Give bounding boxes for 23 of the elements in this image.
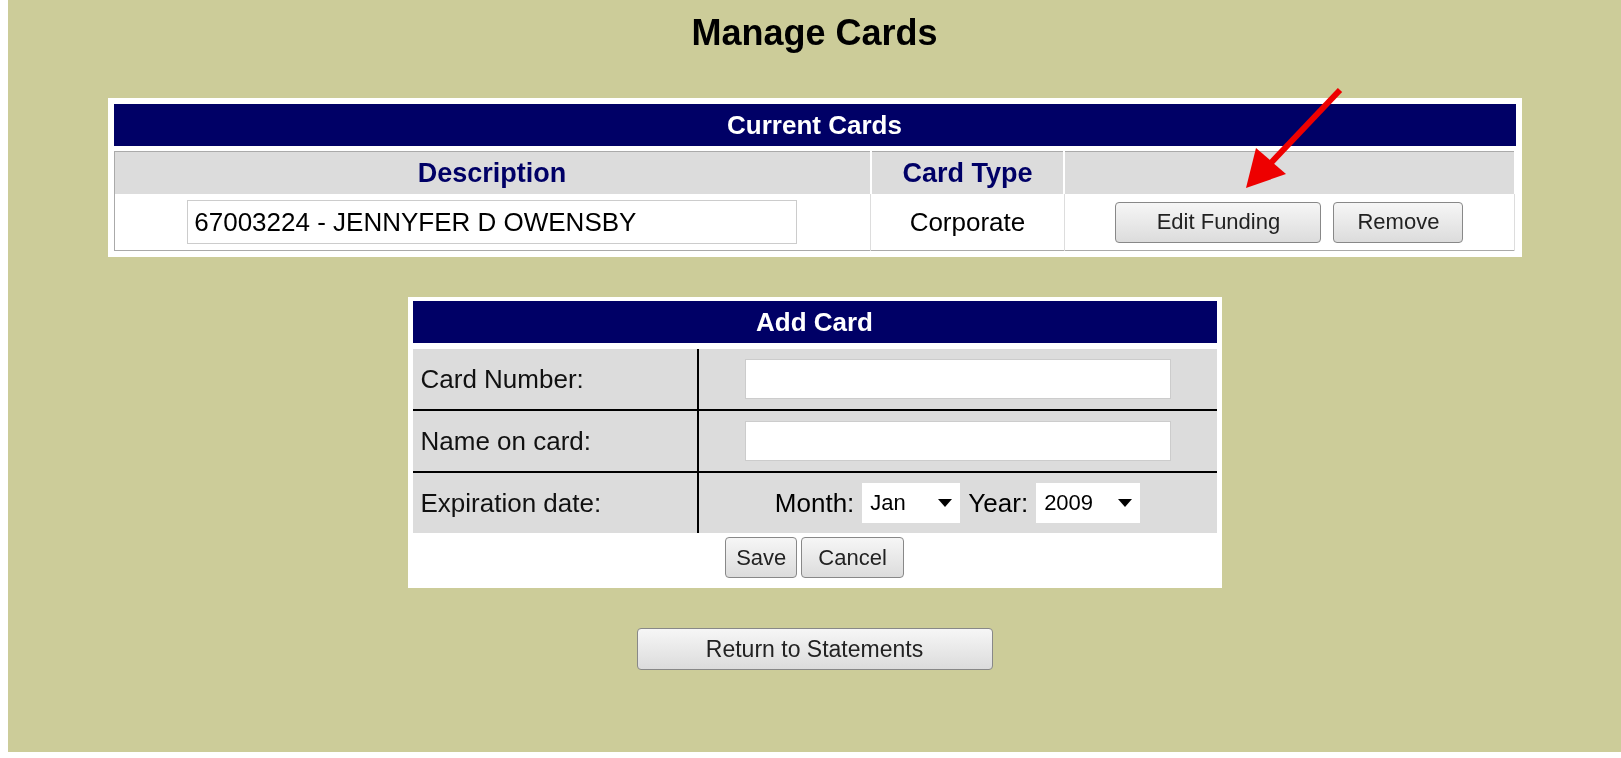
column-header: Description	[114, 151, 871, 194]
text-field[interactable]	[744, 421, 1171, 461]
page-title: Manage Cards	[691, 11, 938, 55]
column-header: Card Type	[870, 151, 1065, 194]
description-field[interactable]: 67003224 - JENNYFER D OWENSBY	[187, 200, 798, 244]
remove-button[interactable]: Remove	[1333, 201, 1464, 243]
field-label: Card Number:	[412, 349, 699, 409]
edit-button[interactable]: Edit Funding	[1115, 201, 1322, 243]
panel-title: Add Card	[412, 301, 1217, 343]
field-label: Month:	[774, 487, 855, 519]
cancel-button[interactable]: Cancel	[801, 537, 904, 578]
panel-title: Current Cards	[113, 104, 1516, 146]
text-field[interactable]	[744, 359, 1171, 399]
year-dropdown[interactable]: 2009	[1036, 483, 1141, 523]
field-label: Name on card:	[412, 409, 699, 471]
table-cell: Corporate	[870, 194, 1065, 251]
caret-icon	[938, 499, 953, 507]
month-dropdown[interactable]: Jan	[862, 483, 961, 523]
field-label: Expiration date:	[412, 471, 699, 533]
field-label: Year:	[968, 487, 1029, 519]
save-button[interactable]: Save	[725, 537, 798, 578]
caret-icon	[1118, 499, 1133, 507]
return-button[interactable]: Return to Statements	[636, 628, 993, 670]
